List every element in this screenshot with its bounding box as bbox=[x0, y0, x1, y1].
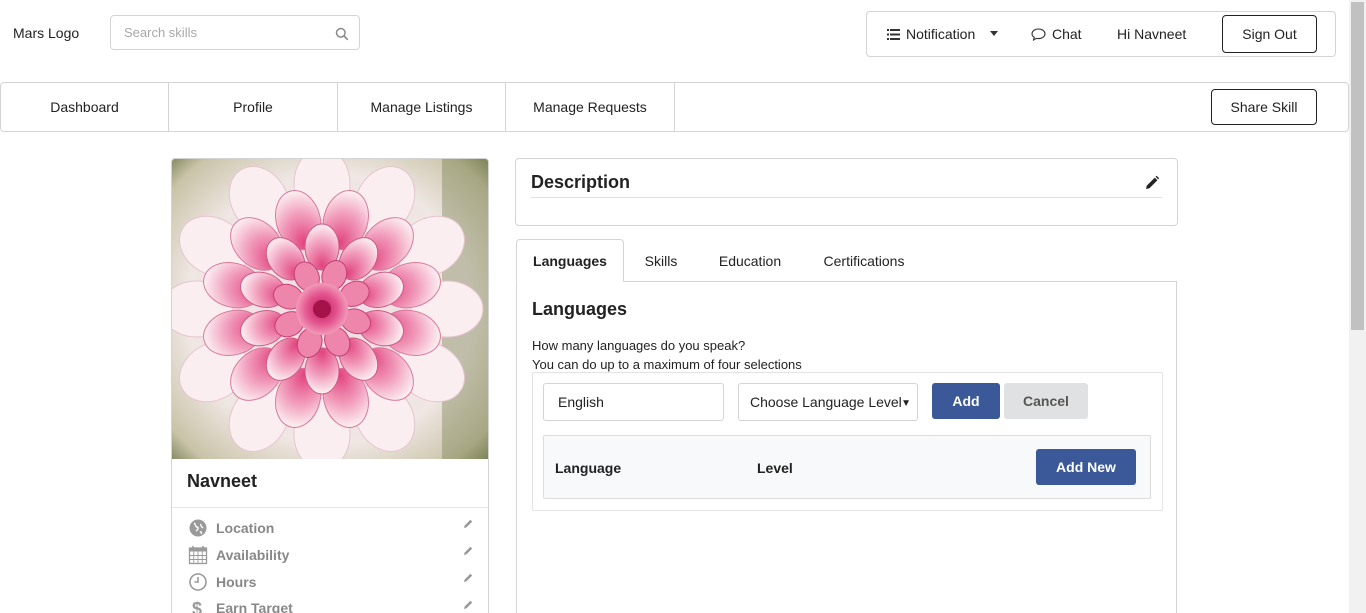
mars-logo[interactable]: Mars Logo bbox=[13, 25, 79, 41]
tab-education[interactable]: Education bbox=[704, 239, 796, 282]
column-header-language: Language bbox=[555, 460, 622, 476]
edit-description-icon[interactable] bbox=[1144, 175, 1160, 191]
language-input[interactable]: English bbox=[543, 383, 724, 421]
edit-earn-target-icon[interactable] bbox=[462, 599, 474, 611]
tab-profile[interactable]: Profile bbox=[169, 83, 338, 131]
language-level-value: Choose Language Level bbox=[750, 394, 902, 410]
greeting-text: Hi Navneet bbox=[1117, 26, 1187, 42]
profile-name: Navneet bbox=[187, 471, 258, 491]
tab-dashboard[interactable]: Dashboard bbox=[1, 83, 169, 131]
tab-manage-requests[interactable]: Manage Requests bbox=[506, 83, 675, 131]
add-new-button[interactable]: Add New bbox=[1036, 449, 1136, 485]
add-button[interactable]: Add bbox=[932, 383, 1000, 419]
list-icon bbox=[887, 28, 900, 40]
tab-certifications[interactable]: Certifications bbox=[808, 239, 920, 282]
dahlia-flower-image bbox=[172, 159, 488, 459]
profile-item-earn-target: $ Earn Target bbox=[188, 598, 293, 613]
calendar-icon bbox=[188, 545, 208, 565]
edit-availability-icon[interactable] bbox=[462, 545, 474, 557]
dropdown-arrow-icon: ▼ bbox=[901, 398, 911, 409]
notification-label: Notification bbox=[906, 26, 976, 42]
description-title: Description bbox=[531, 172, 631, 192]
tab-skills[interactable]: Skills bbox=[624, 239, 698, 282]
user-greeting[interactable]: Hi Navneet bbox=[1117, 26, 1186, 42]
languages-subtitle: How many languages do you speak? You can… bbox=[532, 336, 802, 374]
languages-title: Languages bbox=[532, 299, 628, 319]
sign-out-button[interactable]: Sign Out bbox=[1222, 15, 1317, 53]
availability-label: Availability bbox=[216, 547, 290, 563]
dollar-icon: $ bbox=[188, 598, 208, 613]
languages-table-header: Language Level Add New bbox=[543, 435, 1151, 499]
chat-label: Chat bbox=[1052, 26, 1082, 42]
notification-dropdown[interactable]: Notification bbox=[887, 26, 1001, 42]
chat-icon bbox=[1031, 27, 1046, 41]
user-menu: Notification Chat Hi Navneet Sign Out bbox=[866, 11, 1336, 57]
languages-pane: Languages How many languages do you spea… bbox=[516, 281, 1177, 613]
globe-icon bbox=[188, 518, 208, 538]
location-label: Location bbox=[216, 520, 275, 536]
vertical-scrollbar[interactable] bbox=[1349, 0, 1366, 613]
search-box[interactable] bbox=[110, 15, 360, 50]
top-bar: Mars Logo Notification Chat Hi bbox=[0, 0, 1349, 68]
language-level-select[interactable]: Choose Language Level ▼ bbox=[738, 383, 918, 421]
add-language-form: English Choose Language Level ▼ Add Canc… bbox=[532, 372, 1163, 511]
description-card: Description bbox=[515, 158, 1178, 226]
profile-item-hours: Hours bbox=[188, 572, 256, 592]
share-skill-button[interactable]: Share Skill bbox=[1211, 89, 1317, 125]
search-icon[interactable] bbox=[335, 27, 349, 41]
profile-item-availability: Availability bbox=[188, 545, 289, 565]
svg-text:$: $ bbox=[192, 599, 202, 613]
edit-location-icon[interactable] bbox=[462, 518, 474, 530]
clock-icon bbox=[188, 572, 208, 592]
profile-item-location: Location bbox=[188, 518, 274, 538]
main-nav: Dashboard Profile Manage Listings Manage… bbox=[0, 82, 1349, 132]
column-header-level: Level bbox=[757, 460, 793, 476]
tab-languages[interactable]: Languages bbox=[516, 239, 624, 282]
scrollbar-thumb[interactable] bbox=[1351, 2, 1364, 330]
chat-link[interactable]: Chat bbox=[1031, 26, 1082, 42]
profile-photo bbox=[172, 159, 488, 459]
search-input[interactable] bbox=[124, 25, 324, 40]
profile-card: Navneet Location Availability Hours $ Ea… bbox=[171, 158, 489, 613]
earn-target-label: Earn Target bbox=[216, 600, 293, 613]
caret-down-icon bbox=[990, 31, 999, 36]
hours-label: Hours bbox=[216, 574, 257, 590]
languages-subtitle-line1: How many languages do you speak? bbox=[532, 338, 746, 353]
profile-tabs: Languages Skills Education Certification… bbox=[516, 239, 1177, 282]
divider bbox=[531, 197, 1162, 198]
divider bbox=[172, 507, 488, 508]
tab-manage-listings[interactable]: Manage Listings bbox=[338, 83, 506, 131]
cancel-button[interactable]: Cancel bbox=[1004, 383, 1088, 419]
edit-hours-icon[interactable] bbox=[462, 572, 474, 584]
